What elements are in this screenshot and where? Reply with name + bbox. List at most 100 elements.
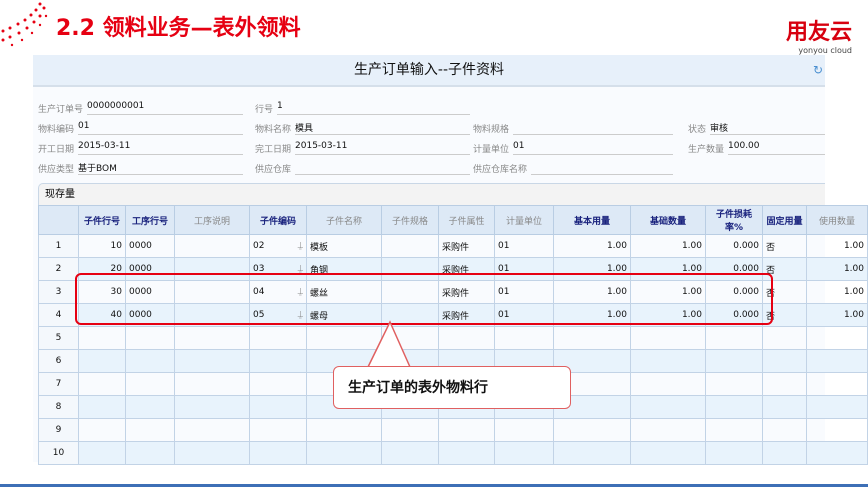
field-value[interactable]: 模具 [295,121,470,135]
table-cell[interactable]: 3 [38,280,79,304]
field-value[interactable]: 2015-03-11 [78,141,243,155]
table-cell[interactable] [705,372,763,396]
reference-icon[interactable]: ⍊ [298,241,303,251]
table-cell[interactable] [630,372,706,396]
refresh-icon[interactable]: ↻ [813,63,823,77]
table-cell[interactable]: 10 [78,234,126,258]
table-cell[interactable]: 1.00 [806,234,868,258]
field-value[interactable]: 基于BOM [78,161,243,175]
table-cell[interactable] [806,395,868,419]
table-cell[interactable] [630,418,706,442]
table-cell[interactable] [553,326,631,350]
table-cell[interactable] [249,372,307,396]
table-cell[interactable]: 1.00 [806,257,868,281]
column-header[interactable]: 子件属性 [438,205,495,235]
table-cell[interactable] [806,372,868,396]
table-cell[interactable] [78,326,126,350]
table-cell[interactable]: 02 ⍊ [249,234,307,258]
table-cell[interactable] [762,326,807,350]
table-cell[interactable] [174,441,250,465]
table-cell[interactable] [705,441,763,465]
table-cell[interactable] [630,441,706,465]
table-cell[interactable] [78,372,126,396]
table-cell[interactable]: 1.00 [806,280,868,304]
table-cell[interactable]: 9 [38,418,79,442]
table-cell[interactable] [806,349,868,373]
table-cell[interactable] [125,441,175,465]
column-header[interactable] [38,205,79,235]
table-cell[interactable] [249,395,307,419]
table-cell[interactable] [705,349,763,373]
table-cell[interactable] [78,418,126,442]
table-cell[interactable]: 7 [38,372,79,396]
table-cell[interactable] [705,395,763,419]
table-cell[interactable]: 采购件 [438,234,495,258]
table-cell[interactable] [438,418,495,442]
table-cell[interactable] [174,326,250,350]
table-cell[interactable]: 1.00 [806,303,868,327]
table-cell[interactable]: 10 [38,441,79,465]
column-header[interactable]: 计量单位 [494,205,554,235]
field-value[interactable] [513,121,673,135]
table-cell[interactable] [806,418,868,442]
table-cell[interactable] [553,418,631,442]
table-cell[interactable] [762,418,807,442]
column-header[interactable]: 基础数量 [630,205,706,235]
column-header[interactable]: 子件损耗率% [705,205,763,235]
table-cell[interactable] [174,349,250,373]
table-cell[interactable] [174,372,250,396]
column-header[interactable]: 工序说明 [174,205,250,235]
table-cell[interactable] [381,234,439,258]
field-value[interactable]: 1 [277,101,470,115]
table-cell[interactable] [78,441,126,465]
field-value[interactable] [531,161,673,175]
table-cell[interactable] [705,326,763,350]
table-cell[interactable] [78,395,126,419]
table-cell[interactable]: 4 [38,303,79,327]
table-cell[interactable] [174,234,250,258]
table-cell[interactable] [762,372,807,396]
table-cell[interactable] [762,395,807,419]
table-cell[interactable] [249,326,307,350]
table-cell[interactable]: 1.00 [630,234,706,258]
column-header[interactable]: 使用数量 [806,205,868,235]
field-value[interactable]: 100.00 [728,141,825,155]
column-header[interactable]: 子件编码 [249,205,307,235]
table-cell[interactable] [494,441,554,465]
column-header[interactable]: 工序行号 [125,205,175,235]
table-cell[interactable]: 6 [38,349,79,373]
column-header[interactable]: 固定用量 [762,205,807,235]
table-cell[interactable] [125,418,175,442]
table-cell[interactable]: 2 [38,257,79,281]
table-cell[interactable] [630,349,706,373]
table-cell[interactable] [806,441,868,465]
field-value[interactable]: 2015-03-11 [295,141,470,155]
table-cell[interactable] [306,441,382,465]
column-header[interactable]: 子件名称 [306,205,382,235]
table-cell[interactable] [494,418,554,442]
table-cell[interactable] [630,395,706,419]
table-cell[interactable] [174,418,250,442]
field-value[interactable]: 01 [513,141,673,155]
table-cell[interactable] [306,418,382,442]
table-row[interactable]: 9 [38,418,868,442]
table-cell[interactable] [553,441,631,465]
table-row[interactable]: 10 [38,441,868,465]
field-value[interactable]: 01 [78,121,243,135]
table-cell[interactable]: 1.00 [553,234,631,258]
table-cell[interactable]: 0000 [125,234,175,258]
table-cell[interactable] [630,326,706,350]
table-cell[interactable]: 5 [38,326,79,350]
column-header[interactable]: 子件规格 [381,205,439,235]
column-header[interactable]: 子件行号 [78,205,126,235]
table-cell[interactable] [125,349,175,373]
table-cell[interactable] [125,395,175,419]
table-cell[interactable]: 8 [38,395,79,419]
table-cell[interactable] [762,349,807,373]
table-row[interactable]: 1 10 0000 02 ⍊ 模板 采购件 01 1.00 1.00 0.000 否 1.00 [38,234,868,258]
table-cell[interactable]: 0.000 [705,234,763,258]
table-cell[interactable] [438,441,495,465]
column-header[interactable]: 基本用量 [553,205,631,235]
table-row[interactable]: 5 [38,326,868,350]
table-cell[interactable] [249,418,307,442]
